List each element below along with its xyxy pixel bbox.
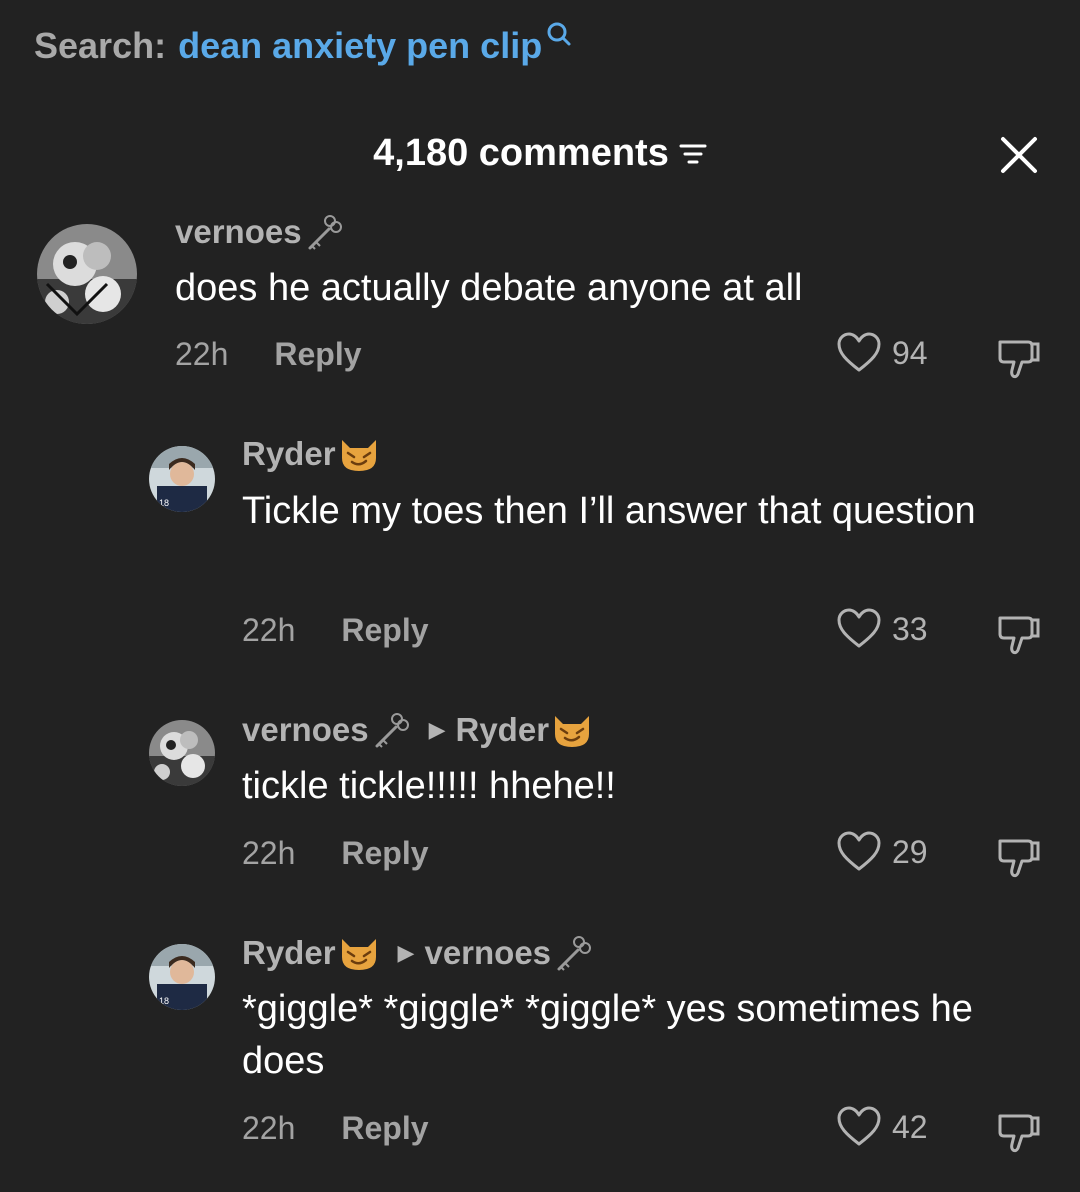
comment-meta: 22h Reply [242, 1110, 429, 1147]
comment-text: tickle tickle!!!!! hhehe!! [242, 765, 616, 807]
dislike-icon[interactable] [994, 610, 1042, 658]
username[interactable]: Ryder [242, 435, 336, 473]
cat-emoji-icon [555, 716, 590, 747]
close-icon[interactable] [998, 134, 1040, 176]
reply-button[interactable]: Reply [341, 612, 428, 649]
timestamp: 22h [242, 612, 296, 648]
username[interactable]: vernoes [242, 711, 369, 749]
comment-text: Tickle my toes then I’ll answer that que… [242, 490, 976, 532]
comment-count: 4,180 comments [0, 132, 1080, 175]
sort-icon[interactable] [679, 140, 707, 168]
search-icon[interactable] [546, 21, 572, 51]
avatar[interactable] [149, 720, 215, 786]
like-button[interactable]: 33 [836, 608, 928, 650]
like-count: 33 [892, 610, 928, 647]
like-button[interactable]: 94 [836, 332, 928, 374]
timestamp: 22h [242, 835, 296, 871]
heart-icon [837, 831, 881, 871]
comment-text: does he actually debate anyone at all [175, 267, 803, 309]
like-count: 42 [892, 1108, 928, 1145]
heart-icon [837, 608, 881, 648]
dislike-icon[interactable] [994, 334, 1042, 382]
search-query[interactable]: dean anxiety pen clip [178, 25, 542, 67]
comment-author-row: vernoes ▶ Ryder [242, 710, 593, 750]
like-count: 94 [892, 334, 928, 371]
comments-header: 4,180 comments [0, 128, 1080, 184]
svg-text:18: 18 [159, 996, 169, 1006]
reply-button[interactable]: Reply [341, 1110, 428, 1147]
comment-meta: 22h Reply [175, 336, 362, 373]
comment-author-row: Ryder ▶ vernoes [242, 933, 593, 973]
reply-button[interactable]: Reply [341, 835, 428, 872]
reply-to-arrow-icon: ▶ [397, 940, 415, 965]
cat-emoji-icon [341, 440, 376, 471]
reply-to-username[interactable]: Ryder [456, 711, 550, 749]
reply-button[interactable]: Reply [274, 336, 361, 373]
comment-text: *giggle* *giggle* *giggle* yes sometimes… [242, 988, 973, 1082]
avatar[interactable] [37, 224, 137, 324]
heart-icon [837, 1106, 881, 1146]
reply-to-arrow-icon: ▶ [428, 717, 446, 742]
reply-to-username[interactable]: vernoes [424, 934, 551, 972]
timestamp: 22h [175, 336, 229, 372]
comment-count-label: 4,180 comments [373, 132, 669, 174]
search-bar[interactable]: Search: dean anxiety pen clip [34, 22, 572, 70]
dislike-icon[interactable] [994, 833, 1042, 881]
cat-emoji-icon [341, 939, 376, 970]
comment-meta: 22h Reply [242, 835, 429, 872]
player-avatar-image: 18 [149, 446, 215, 512]
like-button[interactable]: 42 [836, 1106, 928, 1148]
username[interactable]: vernoes [175, 213, 302, 251]
svg-text:18: 18 [159, 498, 169, 508]
search-label: Search: [34, 25, 167, 66]
key-icon [375, 713, 409, 748]
comment-meta: 22h Reply [242, 612, 429, 649]
comment-author-row: vernoes [175, 212, 344, 252]
key-icon [557, 936, 592, 971]
username[interactable]: Ryder [242, 934, 336, 972]
dislike-icon[interactable] [994, 1108, 1042, 1156]
comment-author-row: Ryder [242, 434, 380, 474]
avatar[interactable]: 18 [149, 446, 215, 512]
player-avatar-image: 18 [149, 944, 215, 1010]
like-button[interactable]: 29 [836, 831, 928, 873]
heart-icon [837, 332, 881, 372]
like-count: 29 [892, 833, 928, 870]
manga-avatar-image [37, 224, 137, 324]
key-icon [308, 215, 342, 250]
avatar[interactable]: 18 [149, 944, 215, 1010]
timestamp: 22h [242, 1110, 296, 1146]
manga-avatar-image [149, 720, 215, 786]
